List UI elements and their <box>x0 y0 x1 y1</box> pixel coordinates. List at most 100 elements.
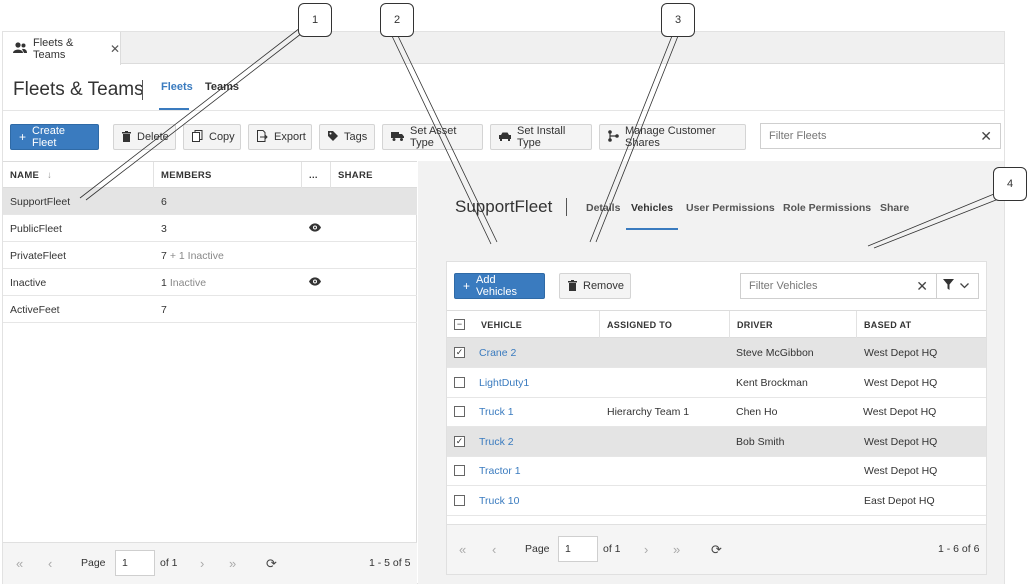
tab-user-permissions[interactable]: User Permissions <box>686 202 775 214</box>
previous-page-icon[interactable]: ‹ <box>48 556 52 571</box>
vehicle-link[interactable]: LightDuty1 <box>479 368 529 397</box>
column-header-more[interactable]: ... <box>302 162 331 189</box>
set-install-type-button[interactable]: Set Install Type <box>490 124 592 150</box>
tab-fleets[interactable]: Fleets <box>161 81 193 93</box>
select-all-checkbox[interactable]: − <box>454 319 465 330</box>
fleets-grid: NAME ↓ MEMBERS ... SHARE SupportFleet 6 … <box>3 161 417 584</box>
vehicle-row[interactable]: ✓ Crane 2 Steve McGibbon West Depot HQ <box>447 338 986 368</box>
add-vehicles-button[interactable]: + Add Vehicles <box>454 273 545 299</box>
tab-details[interactable]: Details <box>586 202 620 214</box>
page-title: Fleets & Teams <box>13 79 144 100</box>
vehicle-row[interactable]: Truck 1 Hierarchy Team 1 Chen Ho West De… <box>447 397 986 427</box>
close-icon[interactable]: ✕ <box>110 42 120 56</box>
active-detail-tab-indicator <box>626 228 678 230</box>
export-button[interactable]: Export <box>248 124 312 150</box>
page-label: Page <box>81 557 106 569</box>
column-header-driver[interactable]: DRIVER <box>730 311 857 338</box>
tab-role-permissions[interactable]: Role Permissions <box>783 202 871 214</box>
filter-fleets-placeholder: Filter Fleets <box>769 130 827 142</box>
column-header-based-at[interactable]: BASED AT <box>857 311 986 338</box>
fleet-row[interactable]: SupportFleet 6 <box>3 188 417 215</box>
tab-share[interactable]: Share <box>880 202 909 214</box>
filter-options-dropdown[interactable] <box>936 273 979 299</box>
delete-button[interactable]: Delete <box>113 124 176 150</box>
vehicles-grid-header: − VEHICLE ASSIGNED TO DRIVER BASED AT <box>447 310 986 338</box>
column-header-name[interactable]: NAME ↓ <box>3 162 154 189</box>
trash-icon <box>568 279 577 293</box>
fleet-row[interactable]: PublicFleet 3 <box>3 215 417 242</box>
row-checkbox[interactable]: ✓ <box>454 436 465 447</box>
column-header-assigned-to[interactable]: ASSIGNED TO <box>600 311 730 338</box>
last-page-icon[interactable]: » <box>229 556 236 571</box>
plus-icon: + <box>19 130 27 144</box>
row-checkbox[interactable] <box>454 377 465 388</box>
column-header-vehicle[interactable]: VEHICLE <box>474 311 600 338</box>
last-page-icon[interactable]: » <box>673 542 680 557</box>
fleets-toolbar: + Create Fleet Delete Copy Export Tags S… <box>3 112 1004 160</box>
vehicle-row[interactable]: Tractor 1 West Depot HQ <box>447 456 986 486</box>
copy-button[interactable]: Copy <box>183 124 241 150</box>
active-tab-indicator <box>159 108 189 110</box>
vehicle-link[interactable]: Truck 10 <box>479 486 519 515</box>
manage-customer-shares-button[interactable]: Manage Customer Shares <box>599 124 746 150</box>
clear-filter-icon[interactable]: ✕ <box>980 128 992 145</box>
fleets-grid-header: NAME ↓ MEMBERS ... SHARE <box>3 161 417 189</box>
previous-page-icon[interactable]: ‹ <box>492 542 496 557</box>
tab-vehicles[interactable]: Vehicles <box>631 202 673 214</box>
refresh-icon[interactable]: ⟳ <box>266 556 277 572</box>
callout-badge: 2 <box>380 3 414 37</box>
fleet-row[interactable]: Inactive 1 Inactive <box>3 269 417 296</box>
first-page-icon[interactable]: « <box>16 556 23 571</box>
create-fleet-button[interactable]: + Create Fleet <box>10 124 99 150</box>
next-page-icon[interactable]: › <box>644 542 648 557</box>
page-number-input[interactable]: 1 <box>558 536 598 562</box>
row-checkbox[interactable]: ✓ <box>454 347 465 358</box>
title-divider <box>142 80 143 100</box>
row-checkbox[interactable] <box>454 495 465 506</box>
row-checkbox[interactable] <box>454 406 465 417</box>
vehicle-link[interactable]: Tractor 1 <box>479 456 521 485</box>
inactive-count: + 1 Inactive <box>169 249 224 262</box>
column-header-share[interactable]: SHARE <box>331 162 417 189</box>
trash-icon <box>122 130 131 144</box>
vehicle-based-at: East Depot HQ <box>864 494 935 507</box>
callout-badge: 1 <box>298 3 332 37</box>
next-page-icon[interactable]: › <box>200 556 204 571</box>
record-summary: 1 - 5 of 5 <box>369 557 411 569</box>
document-tab-fleets-teams[interactable]: Fleets & Teams ✕ <box>3 32 121 65</box>
tab-teams[interactable]: Teams <box>205 81 239 93</box>
vehicle-link[interactable]: Truck 1 <box>479 397 514 426</box>
record-summary: 1 - 6 of 6 <box>938 543 980 555</box>
row-checkbox[interactable] <box>454 465 465 476</box>
page-number-input[interactable]: 1 <box>115 550 155 576</box>
fleet-name: PublicFleet <box>10 222 62 235</box>
fleet-detail-panel: SupportFleet Details Vehicles User Permi… <box>418 161 1004 584</box>
inactive-count: Inactive <box>169 276 207 289</box>
funnel-icon <box>943 279 954 293</box>
filter-vehicles-input[interactable]: Filter Vehicles ✕ <box>740 273 937 299</box>
filter-fleets-input[interactable]: Filter Fleets ✕ <box>760 123 1001 149</box>
page-header: Fleets & Teams Fleets Teams <box>3 65 1004 111</box>
plus-icon: + <box>463 279 471 293</box>
vehicle-row[interactable]: Truck 10 East Depot HQ <box>447 486 986 516</box>
vehicle-link[interactable]: Truck 2 <box>479 427 514 456</box>
vehicles-pager: « ‹ Page 1 of 1 › » ⟳ 1 - 6 of 6 <box>447 524 986 574</box>
vehicle-link[interactable]: Crane 2 <box>479 338 516 367</box>
vehicle-driver: Kent Brockman <box>736 376 808 389</box>
refresh-icon[interactable]: ⟳ <box>711 542 722 558</box>
fleet-row[interactable]: PrivateFleet 7 + 1 Inactive <box>3 242 417 269</box>
clear-filter-icon[interactable]: ✕ <box>916 278 928 295</box>
set-asset-type-button[interactable]: Set Asset Type <box>382 124 483 150</box>
remove-button[interactable]: Remove <box>559 273 631 299</box>
eye-icon <box>309 277 321 286</box>
fleet-members: 1 Inactive <box>161 276 207 289</box>
page-count: of 1 <box>603 543 621 555</box>
column-header-members[interactable]: MEMBERS <box>154 162 302 189</box>
fleet-row[interactable]: ActiveFeet 7 <box>3 296 417 323</box>
document-tab-strip: Fleets & Teams ✕ <box>3 32 1004 65</box>
vehicle-row[interactable]: ✓ Truck 2 Bob Smith West Depot HQ <box>447 427 986 457</box>
vehicle-row[interactable]: LightDuty1 Kent Brockman West Depot HQ <box>447 368 986 398</box>
first-page-icon[interactable]: « <box>459 542 466 557</box>
tags-button[interactable]: Tags <box>319 124 375 150</box>
vehicle-based-at: West Depot HQ <box>864 435 938 448</box>
